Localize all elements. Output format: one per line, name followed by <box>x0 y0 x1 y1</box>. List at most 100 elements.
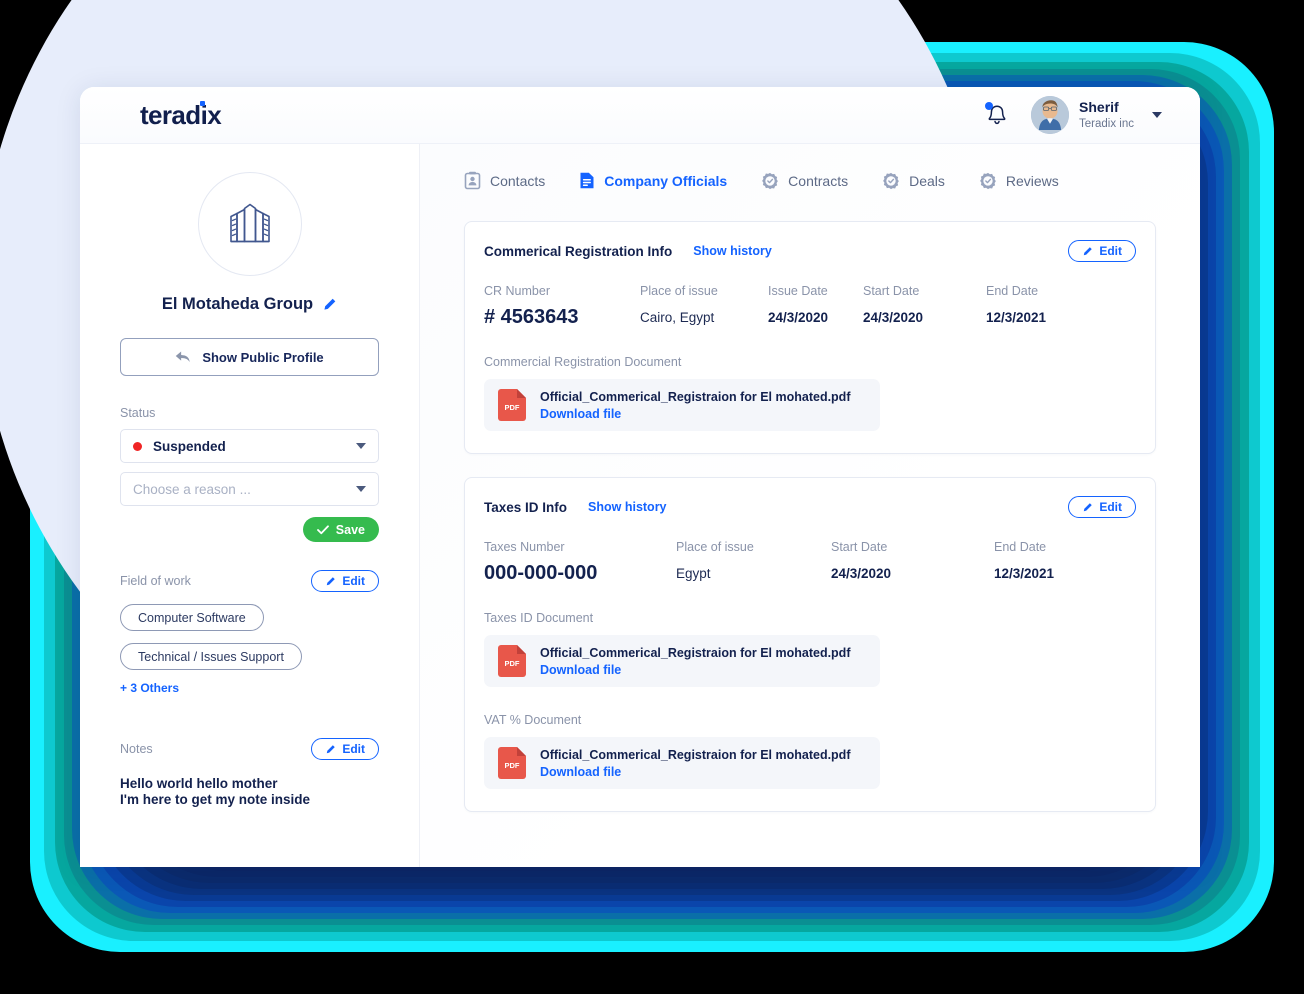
page-title: El Motaheda Group <box>161 295 314 313</box>
badge-check-icon <box>883 172 899 189</box>
reason-select[interactable]: Choose a reason ... <box>120 472 379 506</box>
edit-label: Edit <box>1099 244 1122 258</box>
taxes-id-card: Taxes ID Info Show history Edit Taxes Nu… <box>464 477 1156 812</box>
show-public-profile-label: Show Public Profile <box>202 349 324 365</box>
tab-reviews[interactable]: Reviews <box>979 172 1059 190</box>
chevron-down-icon <box>1152 112 1162 118</box>
back-arrow-icon <box>176 351 190 363</box>
info-key: CR Number <box>484 284 550 298</box>
tag[interactable]: Computer Software <box>120 604 264 631</box>
avatar <box>1031 96 1070 134</box>
edit-notes-button[interactable]: Edit <box>311 738 379 760</box>
status-select[interactable]: Suspended <box>120 429 379 463</box>
building-icon <box>229 203 270 243</box>
field-of-work-tags: Computer Software Technical / Issues Sup… <box>120 592 379 670</box>
card-title: Taxes ID Info <box>484 499 568 515</box>
pencil-icon <box>327 744 336 753</box>
badge-check-icon <box>980 172 996 189</box>
info-key: Start Date <box>831 540 888 554</box>
notes-line: I'm here to get my note inside <box>120 791 310 807</box>
user-menu[interactable]: Sherif Teradix inc <box>1031 96 1162 134</box>
tab-label: Contacts <box>490 172 546 189</box>
company-name-row: El Motaheda Group <box>120 295 379 314</box>
edit-taxes-id-button[interactable]: Edit <box>1068 496 1136 518</box>
edit-label: Edit <box>1099 500 1122 514</box>
badge-check-icon <box>762 172 779 189</box>
user-info: Sherif Teradix inc <box>1079 99 1134 131</box>
info-field: End Date 12/3/2021 <box>986 284 1046 329</box>
show-history-link[interactable]: Show history <box>588 500 666 514</box>
info-field: End Date 12/3/2021 <box>994 540 1054 585</box>
edit-field-of-work-button[interactable]: Edit <box>311 570 379 592</box>
sidebar: El Motaheda Group Show Public Profile St… <box>80 144 420 867</box>
info-value: 12/3/2021 <box>986 310 1047 325</box>
document-label: VAT % Document <box>484 713 582 727</box>
chevron-down-icon <box>356 443 366 449</box>
notes-header: Notes Edit <box>120 738 379 760</box>
info-key: Place of issue <box>640 284 718 298</box>
document-row[interactable]: PDF Official_Commerical_Registraion for … <box>484 635 880 687</box>
reason-placeholder: Choose a reason ... <box>133 481 251 497</box>
document-info: Official_Commerical_Registraion for El m… <box>540 390 850 421</box>
pencil-icon[interactable] <box>322 297 337 312</box>
notification-dot <box>985 102 994 110</box>
tab-deals[interactable]: Deals <box>882 172 945 190</box>
field-of-work-header: Field of work Edit <box>120 570 379 592</box>
notifications-button[interactable] <box>985 102 1009 128</box>
info-grid: Taxes Number 000-000-000 Place of issue … <box>484 540 1136 585</box>
tab-contracts[interactable]: Contracts <box>761 172 848 190</box>
tab-label: Reviews <box>1005 172 1059 189</box>
info-value: 24/3/2020 <box>768 310 829 325</box>
show-history-link[interactable]: Show history <box>693 244 771 258</box>
svg-text:PDF: PDF <box>505 403 520 412</box>
svg-text:PDF: PDF <box>505 761 520 770</box>
brand-logo[interactable]: teradix <box>140 99 222 131</box>
more-others-link[interactable]: + 3 Others <box>120 681 379 695</box>
download-link[interactable]: Download file <box>540 765 850 779</box>
pencil-icon <box>1084 502 1093 511</box>
edit-commercial-registration-button[interactable]: Edit <box>1068 240 1136 262</box>
info-key: Taxes Number <box>484 540 565 554</box>
info-key: Issue Date <box>768 284 828 298</box>
pencil-icon <box>1084 246 1093 255</box>
show-public-profile-button[interactable]: Show Public Profile <box>120 338 379 376</box>
info-grid: CR Number # 4563643 Place of issue Cairo… <box>484 284 1136 329</box>
document-row[interactable]: PDF Official_Commerical_Registraion for … <box>484 737 880 789</box>
app-window: teradix Sherif Teradix inc El Motaheda G… <box>80 87 1200 867</box>
pdf-icon: PDF <box>498 645 526 677</box>
user-org: Teradix inc <box>1079 117 1134 130</box>
download-link[interactable]: Download file <box>540 407 850 421</box>
tab-bar: Contacts Company Officials Contracts Dea… <box>464 171 1156 190</box>
info-value: # 4563643 <box>484 306 579 328</box>
info-key: End Date <box>986 284 1039 298</box>
tab-company-officials[interactable]: Company Officials <box>579 171 727 190</box>
tab-label: Deals <box>909 172 945 189</box>
info-field: CR Number # 4563643 <box>484 284 640 329</box>
save-row: Save <box>120 517 379 542</box>
brand-logo-dot <box>199 100 205 106</box>
save-button[interactable]: Save <box>302 517 379 542</box>
tag[interactable]: Technical / Issues Support <box>120 643 302 670</box>
download-link[interactable]: Download file <box>540 663 850 677</box>
document-info: Official_Commerical_Registraion for El m… <box>540 748 850 779</box>
info-value: 24/3/2020 <box>863 310 924 325</box>
tab-contacts[interactable]: Contacts <box>464 171 545 190</box>
card-header: Commerical Registration Info Show histor… <box>484 240 1136 262</box>
card-title: Commerical Registration Info <box>484 243 673 259</box>
status-dot <box>133 441 142 451</box>
notes-text: Hello world hello mother I'm here to get… <box>120 776 379 807</box>
document-name: Official_Commerical_Registraion for El m… <box>540 389 851 404</box>
status-value: Suspended <box>153 438 226 454</box>
info-field: Taxes Number 000-000-000 <box>484 540 676 585</box>
document-row[interactable]: PDF Official_Commerical_Registraion for … <box>484 379 880 431</box>
document-label: Commercial Registration Document <box>484 355 682 369</box>
info-value: 000-000-000 <box>484 562 598 584</box>
document-label: Taxes ID Document <box>484 611 594 625</box>
commercial-registration-card: Commerical Registration Info Show histor… <box>464 221 1156 454</box>
field-of-work-label: Field of work <box>120 574 191 588</box>
chevron-down-icon <box>356 486 366 492</box>
brand-logo-text: teradix <box>140 99 222 130</box>
check-icon <box>316 524 329 534</box>
info-field: Place of issue Egypt <box>676 540 831 585</box>
info-key: Start Date <box>863 284 920 298</box>
